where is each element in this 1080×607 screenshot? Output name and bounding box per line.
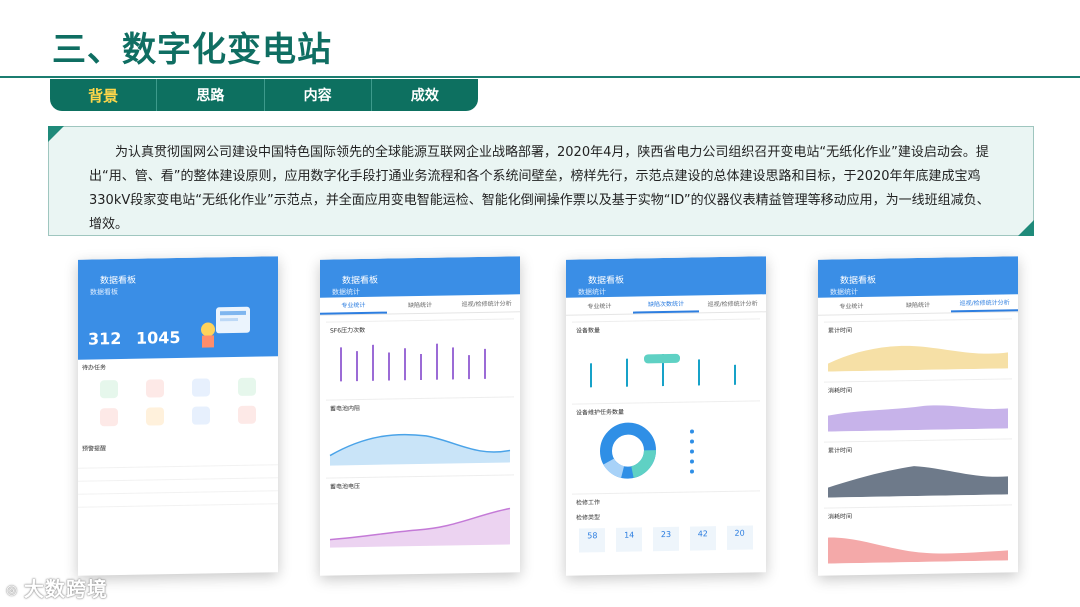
donut-chart [600, 422, 694, 479]
count-value[interactable]: 20 [726, 525, 753, 550]
bar-chart [340, 343, 486, 382]
task-icon[interactable] [180, 378, 222, 399]
chart-card: 累计时间 [824, 318, 1012, 376]
area-chart [828, 537, 1008, 564]
page-title: 三、数字化变电站 [52, 30, 332, 70]
chart-card: 蓄电池内阻 [326, 396, 514, 472]
phone-tab[interactable]: 巡视/检修统计分析 [453, 294, 520, 312]
phone-stats: 数据看板 数据统计 专业统计 缺陷统计 巡视/检修统计分析 累计时间 消耗时间 … [818, 256, 1018, 576]
phone-stats: 数据看板 数据统计 专业统计 缺陷统计 巡视/检修统计分析 SF6压力次数 蓄电… [320, 256, 520, 576]
phone-subtitle: 数据统计 [332, 288, 360, 297]
section-tabbar: 背景 思路 内容 成效 [50, 79, 478, 111]
chart-card: 蓄电池电压 [326, 474, 514, 554]
chart-card: 设备数量 [572, 318, 760, 398]
tab-background[interactable]: 背景 [50, 79, 158, 111]
task-icon[interactable] [134, 379, 176, 400]
task-icon[interactable] [88, 408, 130, 429]
phone-tabs: 专业统计 缺陷统计 巡视/检修统计分析 [320, 294, 520, 316]
tab-content[interactable]: 内容 [265, 79, 372, 111]
chart-card: 消耗时间 [824, 504, 1012, 568]
area-chart [828, 466, 1008, 498]
phone-tab[interactable]: 专业统计 [818, 297, 885, 315]
stat-value: 1045 [136, 327, 181, 348]
chart-card: 设备维护任务数量 [572, 400, 760, 488]
count-value[interactable]: 42 [689, 526, 716, 551]
task-icon[interactable] [180, 406, 222, 427]
phone-tab[interactable]: 缺陷统计 [387, 295, 454, 313]
task-icon[interactable] [88, 380, 130, 401]
bar-chart [590, 353, 736, 388]
area-chart [828, 345, 1008, 372]
phone-tab[interactable]: 巡视/检修统计分析 [699, 294, 766, 312]
corner-decoration [48, 126, 64, 142]
phone-subtitle: 数据统计 [830, 288, 858, 297]
phone-stats: 数据看板 数据统计 专业统计 缺陷次数统计 巡视/检修统计分析 设备数量 设备维… [566, 256, 766, 576]
background-textbox: 为认真贯彻国网公司建设中国特色国际领先的全球能源互联网企业战略部署，2020年4… [48, 126, 1034, 236]
task-icon-grid [78, 371, 278, 434]
phone-header: 数据看板 数据统计 [818, 256, 1018, 298]
count-row: 58 14 23 42 20 [572, 521, 760, 556]
phone-title: 数据看板 [100, 275, 137, 287]
phone-tab[interactable]: 专业统计 [320, 296, 387, 315]
list-item[interactable] [78, 491, 278, 508]
count-value[interactable]: 14 [616, 527, 643, 552]
phone-title: 数据看板 [342, 275, 379, 287]
stat-value: 312 [88, 328, 122, 349]
phone-tab[interactable]: 专业统计 [566, 297, 633, 315]
phone-screenshots: 数据看板 数据看板 312 1045 待办任务 预警提醒 数据看板 数据统计 专… [66, 256, 1028, 578]
watermark-logo: ◎ 大数跨境 [6, 577, 108, 601]
phone-header: 数据看板 数据看板 312 1045 [78, 256, 278, 360]
task-icon[interactable] [226, 405, 268, 426]
work-card: 检修工作 检修类型 58 14 23 42 20 [572, 490, 760, 557]
task-icon[interactable] [226, 377, 268, 398]
count-value[interactable]: 23 [652, 526, 679, 552]
phone-tab[interactable]: 巡视/检修统计分析 [951, 294, 1018, 313]
tab-results[interactable]: 成效 [372, 79, 478, 111]
count-value[interactable]: 58 [579, 528, 606, 553]
phone-subtitle: 数据统计 [578, 288, 606, 297]
phone-title: 数据看板 [588, 275, 625, 287]
chart-card: 累计时间 [824, 438, 1012, 502]
phone-header: 数据看板 数据统计 [566, 256, 766, 298]
corner-decoration [1018, 220, 1034, 236]
phone-dashboard: 数据看板 数据看板 312 1045 待办任务 预警提醒 [78, 256, 278, 576]
tab-approach[interactable]: 思路 [157, 79, 265, 111]
task-icon[interactable] [134, 407, 176, 428]
watermark-text: 大数跨境 [23, 577, 108, 601]
phone-tab[interactable]: 缺陷次数统计 [632, 295, 700, 314]
phone-title: 数据看板 [840, 275, 877, 287]
chart-card: 消耗时间 [824, 378, 1012, 436]
area-chart [329, 507, 511, 548]
title-divider [0, 76, 1080, 78]
phone-tabs: 专业统计 缺陷统计 巡视/检修统计分析 [818, 294, 1018, 316]
area-chart [828, 405, 1008, 432]
phone-header: 数据看板 数据统计 [320, 256, 520, 298]
area-chart [329, 433, 511, 466]
phone-tabs: 专业统计 缺陷次数统计 巡视/检修统计分析 [566, 294, 766, 316]
chart-card: SF6压力次数 [326, 318, 514, 394]
phone-tab[interactable]: 缺陷统计 [885, 295, 952, 313]
illustration-icon [201, 306, 250, 348]
phone-subtitle: 数据看板 [90, 288, 118, 297]
